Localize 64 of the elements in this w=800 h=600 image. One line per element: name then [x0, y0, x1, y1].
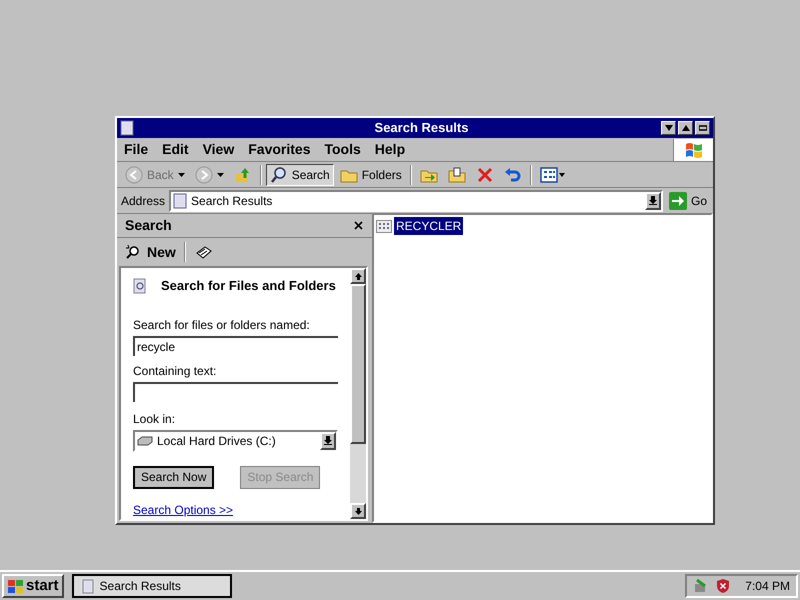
up-triangle-icon: [682, 125, 690, 131]
dropdown-button[interactable]: [644, 192, 661, 210]
field-label: Look in:: [133, 410, 176, 428]
down-arrow-icon: [324, 436, 332, 445]
section-heading: Search for Files and Folders: [161, 277, 336, 295]
close-pane-button[interactable]: [352, 220, 364, 232]
scroll-down-button[interactable]: [350, 503, 366, 519]
folders-button[interactable]: Folders: [336, 164, 406, 186]
flag-logo-icon: [7, 578, 25, 594]
dropdown-caret-icon: [216, 172, 224, 176]
drive-icon: [137, 436, 153, 446]
menu-item[interactable]: Tools: [317, 139, 368, 160]
bar-icon: [698, 125, 706, 131]
clock: 7:04 PM: [745, 578, 790, 595]
address-label: Address: [121, 192, 166, 210]
document-icon: [82, 578, 94, 594]
new-search-button[interactable]: New: [125, 242, 176, 262]
flag-logo-icon: [684, 140, 704, 158]
views-grid-icon: [540, 166, 566, 184]
magnifier-document-icon: [133, 278, 147, 294]
up-arrow-icon: [354, 272, 362, 280]
result-item[interactable]: RECYCLER: [394, 217, 464, 235]
folder-up-icon: [234, 166, 252, 184]
down-arrow-icon: [648, 196, 657, 205]
menu-item[interactable]: Edit: [155, 139, 196, 160]
close-button[interactable]: [695, 121, 710, 135]
scrollbar[interactable]: [350, 268, 366, 519]
document-icon: [173, 192, 188, 208]
scroll-thumb[interactable]: [350, 284, 366, 444]
down-triangle-icon: [664, 125, 672, 131]
down-arrow-icon: [354, 508, 362, 514]
window-title: Search Results: [374, 119, 470, 138]
start-button[interactable]: start: [2, 574, 64, 598]
dropdown-caret-icon: [178, 172, 185, 176]
go-button[interactable]: Go: [666, 192, 709, 210]
file-name-field[interactable]: recycle: [133, 336, 338, 356]
look-in-dropdown[interactable]: Local Hard Drives (C:): [133, 430, 338, 452]
book-icon: [196, 245, 212, 259]
copy-to-folder-icon: [448, 166, 466, 184]
scroll-up-button[interactable]: [350, 268, 366, 284]
close-icon: [354, 221, 362, 230]
menu-item[interactable]: View: [196, 139, 242, 160]
menu-item[interactable]: File: [117, 139, 156, 160]
shield-icon: [715, 578, 732, 594]
search-options-link[interactable]: Search Options >>: [133, 500, 338, 518]
delete-x-icon: [476, 166, 494, 184]
minimize-button[interactable]: [661, 121, 676, 135]
folder-grid-icon: [376, 220, 392, 232]
magnifier-icon: [270, 166, 288, 184]
magnifier-sparkle-icon: [125, 244, 141, 260]
field-label: Search for files or folders named:: [133, 316, 311, 334]
maximize-button[interactable]: [678, 121, 693, 135]
containing-text-field[interactable]: [133, 382, 338, 402]
taskbar-task-button[interactable]: Search Results: [72, 574, 232, 598]
search-button[interactable]: Search: [266, 164, 334, 186]
address-field[interactable]: Search Results: [169, 190, 663, 212]
menu-item[interactable]: Help: [368, 139, 412, 160]
undo-icon: [504, 166, 522, 184]
field-label: Containing text:: [133, 362, 218, 380]
dropdown-button[interactable]: [320, 432, 336, 450]
menu-item[interactable]: Favorites: [241, 139, 318, 160]
document-icon: [120, 120, 134, 136]
pane-title: Search: [125, 216, 172, 235]
search-now-button[interactable]: Search Now: [133, 466, 214, 488]
